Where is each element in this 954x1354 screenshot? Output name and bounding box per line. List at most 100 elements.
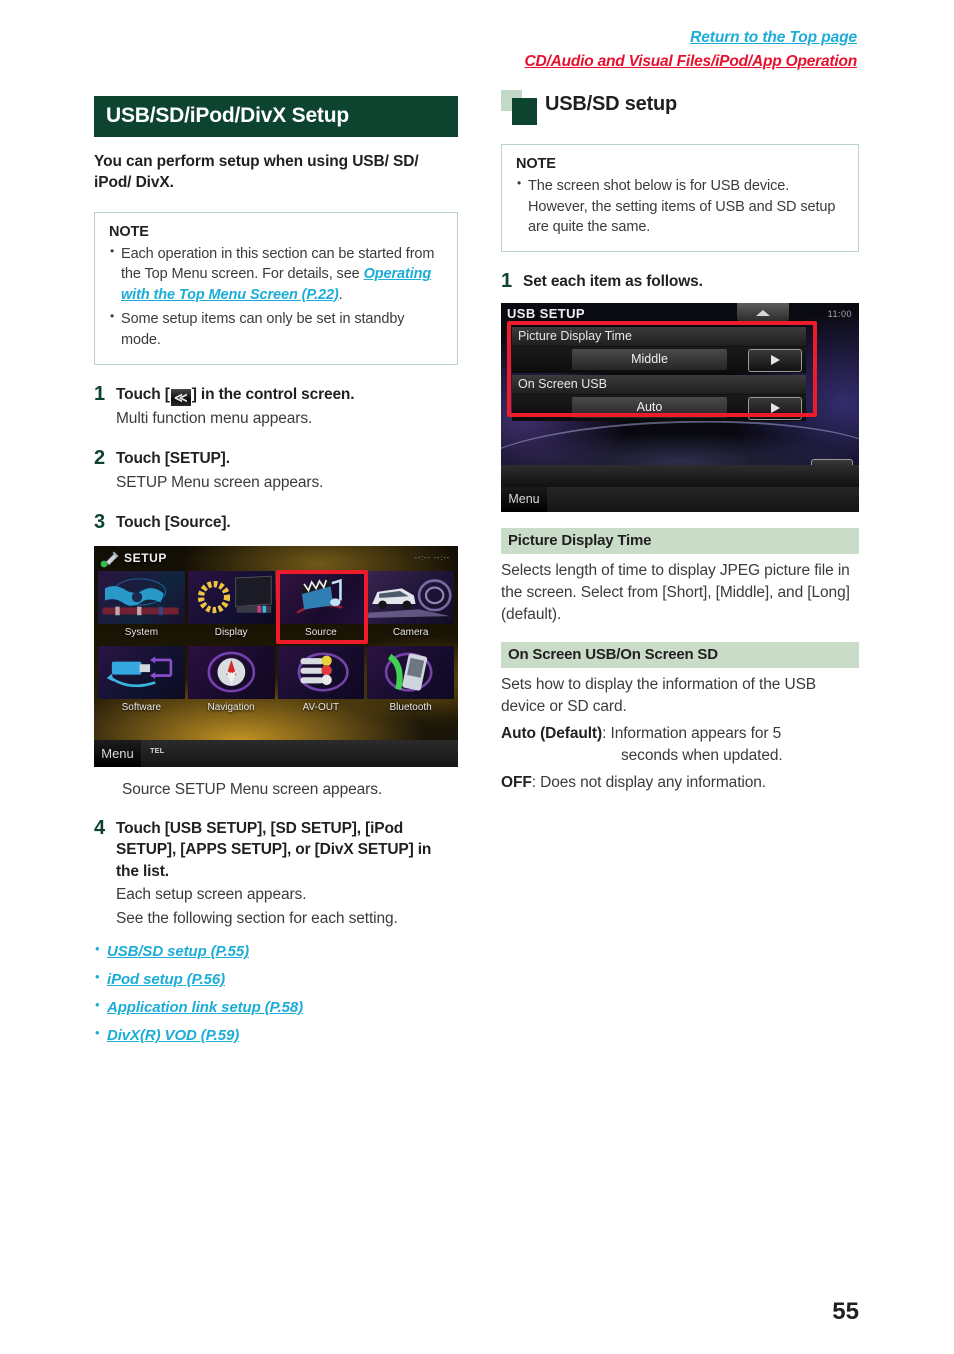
double-chevron-left-icon: ≪ (170, 388, 191, 406)
color-wheel-icon (197, 575, 272, 613)
on-screen-usb-next-button[interactable] (748, 397, 802, 421)
step-3: 3 Touch [Source]. (94, 512, 458, 533)
screenshot-menu-bar: Menu TEL (94, 739, 458, 767)
menu-button[interactable]: Menu (501, 487, 547, 513)
setup-tile-software[interactable]: Software (98, 645, 185, 718)
setup-tile-source[interactable]: Source (277, 570, 365, 643)
section-heading: USB/SD setup (501, 90, 859, 126)
step-number: 4 (94, 816, 106, 839)
setup-tile-system[interactable]: System (98, 570, 185, 643)
step-number: 3 (94, 511, 106, 534)
step-body: Set each item as follows. (523, 271, 859, 292)
usb-update-icon (106, 656, 173, 687)
tile-label: Source (305, 626, 337, 638)
setup-tile-bluetooth[interactable]: Bluetooth (367, 645, 454, 718)
option-separator: : (531, 774, 541, 792)
setting-value-pill[interactable]: Auto (572, 397, 727, 419)
tile-art-software (98, 645, 185, 699)
related-links-list: USB/SD setup (P.55) iPod setup (P.56) Ap… (94, 941, 458, 1044)
link-application-link-setup[interactable]: Application link setup (P.58) (107, 999, 303, 1016)
setup-tile-grid: System Display Source Camera Software Na… (98, 570, 454, 718)
step-1-right: 1 Set each item as follows. (501, 271, 859, 292)
picture-display-time-next-button[interactable] (748, 349, 802, 373)
tile-label: AV-OUT (302, 701, 340, 713)
step-body: Touch [USB SETUP], [SD SETUP], [iPod SET… (116, 818, 458, 930)
rca-cables-icon (297, 652, 349, 692)
step-heading: Touch [Source]. (116, 514, 231, 532)
after-screenshot-caption: Source SETUP Menu screen appears. (122, 780, 383, 798)
step-number: 1 (94, 382, 106, 405)
note-box-left: NOTE Each operation in this section can … (94, 211, 458, 365)
list-item: DivX(R) VOD (P.59) (94, 1025, 458, 1044)
tile-art-display (187, 570, 275, 624)
step-4: 4 Touch [USB SETUP], [SD SETUP], [iPod S… (94, 818, 458, 930)
note-list: The screen shot below is for USB device.… (516, 175, 844, 238)
step-number: 1 (501, 269, 513, 292)
clapperboard-music-icon (295, 578, 343, 614)
link-usb-sd-setup[interactable]: USB/SD setup (P.55) (107, 943, 249, 960)
step-body: Touch [Source]. (116, 512, 458, 533)
option-description: Does not display any information. (540, 774, 767, 792)
setting-option-auto: Auto (Default): Information appears for … (501, 723, 859, 767)
step-subtext-2: See the following section for each setti… (116, 909, 398, 927)
setting-body-picture-display-time: Selects length of time to display JPEG p… (501, 562, 850, 624)
setup-menu-screenshot: SETUP --:-- --:-- System Display Source … (94, 545, 458, 767)
tile-art-bluetooth (367, 645, 454, 699)
right-column: USB/SD setup NOTE The screen shot below … (501, 90, 859, 794)
top-navigation: Return to the Top page CD/Audio and Visu… (524, 28, 857, 71)
screenshot-clock: --:-- --:-- (414, 554, 450, 562)
section-marker-dark-square (512, 98, 537, 125)
step-heading: Touch [SETUP]. (116, 450, 230, 468)
tile-art-avout (277, 645, 365, 699)
breadcrumb[interactable]: CD/Audio and Visual Files/iPod/App Opera… (524, 52, 857, 71)
compass-icon (207, 651, 255, 693)
wrench-icon (100, 551, 119, 568)
return-to-top-link[interactable]: Return to the Top page (690, 28, 857, 47)
screenshot-clock: 11:00 (827, 309, 852, 320)
note-title: NOTE (516, 156, 556, 172)
note-item: Some setup items can only be set in stan… (109, 308, 443, 350)
section-title: USB/SD setup (545, 93, 678, 115)
setting-body-on-screen-usb: Sets how to display the information of t… (501, 676, 817, 716)
setting-value-pill[interactable]: Middle (572, 349, 727, 371)
setup-tile-display[interactable]: Display (187, 570, 275, 643)
option-name: Auto (Default) (501, 725, 603, 743)
setup-tile-avout[interactable]: AV-OUT (277, 645, 365, 718)
page-number: 55 (832, 1298, 859, 1325)
menu-button[interactable]: Menu (94, 739, 141, 767)
step-subtext: SETUP Menu screen appears. (116, 473, 324, 491)
step-subtext-1: Each setup screen appears. (116, 885, 307, 903)
link-divx-vod[interactable]: DivX(R) VOD (P.59) (107, 1027, 239, 1044)
tile-label: Navigation (207, 701, 255, 713)
note-item-text-after: . (338, 286, 343, 303)
step-body: Touch [SETUP]. SETUP Menu screen appears… (116, 448, 458, 493)
list-item: Application link setup (P.58) (94, 997, 458, 1016)
setup-tile-camera[interactable]: Camera (367, 570, 454, 643)
note-title: NOTE (109, 223, 149, 240)
tile-label: System (124, 626, 159, 638)
setting-option-off: OFF: Does not display any information. (501, 772, 859, 794)
tile-art-navigation (187, 645, 275, 699)
option-description-continued: seconds when updated. (621, 747, 783, 765)
list-item: USB/SD setup (P.55) (94, 941, 458, 960)
tile-label: Software (121, 701, 162, 713)
step-1: 1 Touch [≪] in the control screen. Multi… (94, 384, 458, 430)
screenshot-menu-bar: Menu (501, 487, 859, 513)
setting-heading-picture-display-time: Picture Display Time (501, 528, 859, 555)
left-column: USB/SD/iPod/DivX Setup You can perform s… (94, 96, 458, 1044)
usb-setup-screenshot: USB SETUP 11:00 Picture Display Time Mid… (501, 303, 859, 513)
rear-camera-car-icon (367, 579, 452, 618)
tile-art-system (98, 570, 185, 624)
pull-tab-handle[interactable] (737, 303, 789, 323)
note-item: Each operation in this section can be st… (109, 243, 443, 306)
setup-tile-navigation[interactable]: Navigation (187, 645, 275, 718)
step-subtext: Multi function menu appears. (116, 409, 313, 427)
note-list: Each operation in this section can be st… (109, 243, 443, 351)
chapter-title-bar: USB/SD/iPod/DivX Setup (94, 96, 458, 137)
step-heading: Touch [USB SETUP], [SD SETUP], [iPod SET… (116, 819, 432, 880)
setting-heading-on-screen-usb: On Screen USB/On Screen SD (501, 642, 859, 669)
link-ipod-setup[interactable]: iPod setup (P.56) (107, 971, 225, 988)
setting-row-value: Auto (512, 395, 806, 422)
step-heading: Set each item as follows. (523, 272, 703, 290)
step-body: Touch [≪] in the control screen. Multi f… (116, 384, 458, 430)
